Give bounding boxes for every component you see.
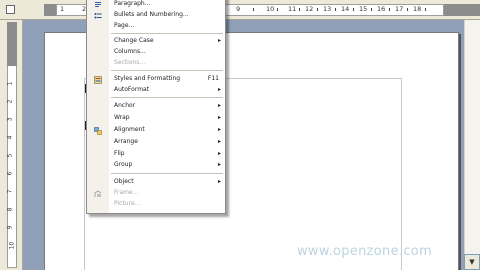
menu-item-label: Change Case — [114, 37, 154, 44]
menu-separator — [111, 33, 223, 34]
menu-item-label: Paragraph... — [114, 0, 151, 7]
menu-item-label: Sections... — [114, 59, 146, 66]
ruler-right-margin — [444, 4, 480, 16]
ruler-number: 15 — [359, 5, 368, 13]
menu-item-picture[interactable]: Picture... — [87, 199, 225, 211]
ruler-tick — [335, 8, 336, 11]
vertical-ruler[interactable]: 1 2 3 4 5 6 7 8 9 10 — [0, 20, 23, 270]
frame-icon — [94, 190, 102, 197]
styles-icon — [94, 76, 102, 84]
menu-separator — [111, 173, 223, 174]
ruler-tick — [389, 8, 390, 11]
menu-item-label: Picture... — [114, 200, 141, 207]
menu-item-label: Wrap — [114, 114, 130, 121]
vertical-ruler-number: 1 — [6, 81, 14, 86]
menu-separator — [111, 70, 223, 71]
submenu-arrow-icon: ▸ — [217, 37, 221, 44]
vertical-ruler-number: 8 — [6, 207, 14, 212]
submenu-arrow-icon: ▸ — [217, 114, 221, 121]
menu-item-arrange[interactable]: Arrange ▸ — [87, 137, 225, 149]
vertical-ruler-number: 7 — [6, 189, 14, 194]
menu-item-label: Frame... — [114, 189, 139, 196]
ruler-tick — [277, 8, 278, 11]
vertical-ruler-number: 2 — [6, 99, 14, 104]
ruler-tick — [425, 8, 426, 11]
ruler-tick — [353, 8, 354, 11]
menu-item-group[interactable]: Group ▸ — [87, 160, 225, 172]
ruler-number: 14 — [341, 5, 350, 13]
horizontal-ruler[interactable]: 1 2 3 4 5 6 7 8 9 10 11 12 13 14 15 16 1… — [0, 0, 480, 20]
menu-item-page[interactable]: Page... — [87, 21, 225, 33]
menu-item-alignment[interactable]: Alignment ▸ — [87, 125, 225, 137]
vertical-ruler-number: 9 — [6, 225, 14, 230]
submenu-arrow-icon: ▸ — [217, 178, 221, 185]
tab-stop-selector[interactable] — [6, 5, 15, 14]
ruler-tick — [407, 8, 408, 11]
alignment-icon — [94, 127, 102, 135]
vertical-ruler-number: 4 — [6, 135, 14, 140]
ruler-number: 11 — [288, 5, 297, 13]
menu-item-label: Anchor — [114, 102, 136, 109]
menu-item-label: Page... — [114, 22, 135, 29]
ruler-number: 12 — [305, 5, 314, 13]
menu-item-label: Alignment — [114, 126, 145, 133]
ruler-tick — [317, 8, 318, 11]
scroll-down-button[interactable]: ▼ — [464, 254, 480, 270]
menu-item-autoformat[interactable]: AutoFormat ▸ — [87, 85, 225, 97]
menu-item-sections[interactable]: Sections... — [87, 58, 225, 70]
ruler-number: 16 — [377, 5, 386, 13]
watermark: www.openzone.com — [297, 244, 432, 259]
menu-item-label: Columns... — [114, 48, 146, 55]
submenu-arrow-icon: ▸ — [217, 150, 221, 157]
ruler-number: 13 — [323, 5, 332, 13]
ruler-left-margin — [44, 4, 56, 16]
menu-item-label: Object — [114, 178, 134, 185]
vertical-ruler-number: 3 — [6, 117, 14, 122]
vertical-scrollbar[interactable] — [464, 20, 480, 270]
ruler-number: 1 — [60, 5, 65, 13]
menu-item-label: Group — [114, 161, 133, 168]
context-menu[interactable]: Paragraph... Bullets and Numbering... Pa… — [86, 0, 226, 214]
ruler-tick — [253, 8, 254, 11]
menu-item-label: AutoFormat — [114, 86, 150, 93]
menu-item-anchor[interactable]: Anchor ▸ — [87, 101, 225, 113]
submenu-arrow-icon: ▸ — [217, 126, 221, 133]
bullets-icon — [94, 13, 102, 19]
menu-item-label: Flip — [114, 150, 125, 157]
submenu-arrow-icon: ▸ — [217, 161, 221, 168]
submenu-arrow-icon: ▸ — [217, 138, 221, 145]
vertical-ruler-number: 10 — [8, 241, 16, 250]
menu-item-label: Bullets and Numbering... — [114, 11, 189, 18]
ruler-number: 10 — [266, 5, 275, 13]
ruler-number: 18 — [413, 5, 422, 13]
menu-separator — [111, 97, 223, 98]
vertical-ruler-number: 6 — [6, 171, 14, 176]
vertical-ruler-top-margin — [7, 22, 17, 66]
submenu-arrow-icon: ▸ — [217, 86, 221, 93]
ruler-number: 9 — [236, 5, 241, 13]
menu-item-wrap[interactable]: Wrap ▸ — [87, 113, 225, 125]
menu-item-label: Styles and Formatting — [114, 75, 181, 82]
vertical-ruler-number: 5 — [6, 153, 14, 158]
ruler-tick — [371, 8, 372, 11]
ruler-number: 17 — [395, 5, 404, 13]
paragraph-icon — [95, 2, 101, 7]
ruler-tick — [299, 8, 300, 11]
submenu-arrow-icon: ▸ — [217, 102, 221, 109]
menu-item-shortcut: F11 — [207, 75, 219, 82]
menu-item-label: Arrange — [114, 138, 138, 145]
